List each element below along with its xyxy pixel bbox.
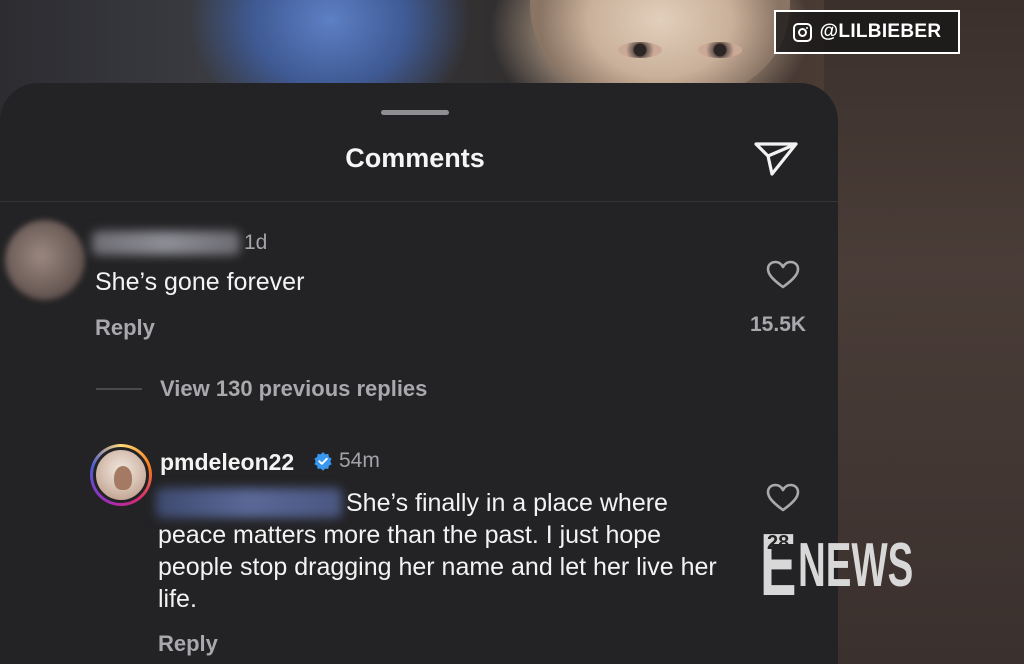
background-eye (698, 42, 742, 58)
reply-button[interactable]: Reply (158, 631, 218, 657)
avatar[interactable] (90, 444, 152, 506)
instagram-icon (792, 22, 812, 42)
enews-logo: E NEWS (760, 515, 984, 614)
avatar[interactable] (5, 220, 85, 300)
like-count: 15.5K (750, 313, 807, 336)
sheet-title: Comments (345, 143, 485, 173)
paper-plane-icon[interactable] (752, 138, 800, 178)
reply-button[interactable]: Reply (95, 315, 155, 341)
comment-text-first-line: She’s finally in a place where (346, 489, 668, 517)
comments-sheet: Comments 1d She’s gone forever Reply 15.… (0, 83, 838, 664)
heart-icon[interactable] (766, 260, 800, 290)
background-eye (618, 42, 662, 58)
comment-username[interactable]: pmdeleon22 (160, 449, 294, 476)
username-blurred[interactable] (92, 231, 240, 255)
view-replies-button[interactable]: View 130 previous replies (160, 376, 427, 402)
thread-line (96, 388, 142, 390)
enews-logo-e: E (760, 515, 796, 614)
heart-icon[interactable] (766, 483, 800, 513)
comment-text-rest: peace matters more than the past. I just… (158, 521, 717, 613)
avatar-photo (93, 447, 149, 503)
drag-handle[interactable] (381, 110, 449, 115)
header-divider (0, 201, 838, 202)
comment-time: 1d (244, 231, 268, 254)
like-count: 28 (767, 532, 790, 554)
comment-time: 54m (339, 449, 380, 472)
enews-logo-news: NEWS (798, 530, 914, 600)
verified-badge-icon (314, 452, 332, 471)
instagram-watermark: @LILBIEBER (774, 10, 960, 54)
comment-text: She’s finally in a place where peace mat… (158, 487, 728, 615)
watermark-handle: @LILBIEBER (819, 21, 942, 42)
comment-text: She’s gone forever (95, 268, 305, 296)
